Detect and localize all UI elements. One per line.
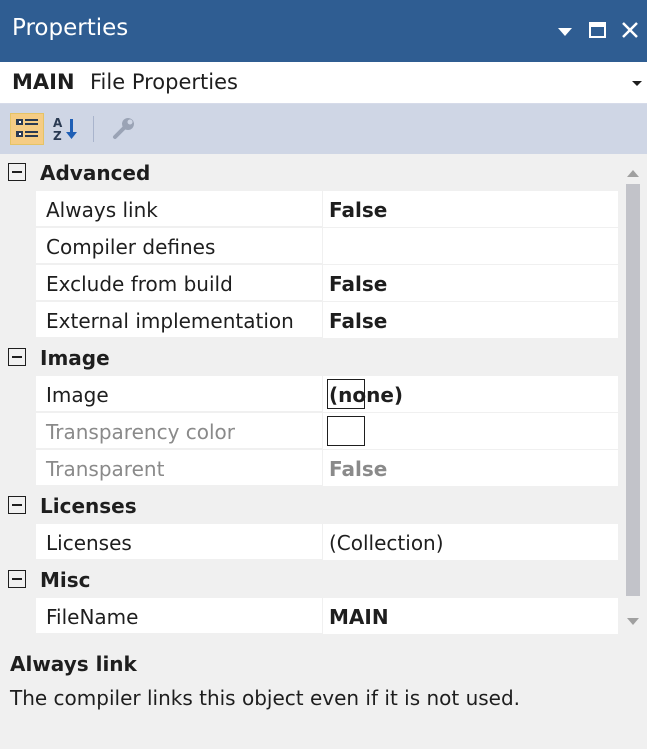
- property-value: False: [329, 198, 388, 222]
- property-row[interactable]: Exclude from build False: [0, 265, 618, 302]
- scroll-down-icon[interactable]: [625, 612, 641, 625]
- property-pages-wrench-icon: [113, 118, 134, 139]
- close-icon[interactable]: [617, 13, 643, 47]
- color-swatch: [327, 416, 365, 446]
- maximize-icon[interactable]: [585, 13, 611, 47]
- property-value-cell[interactable]: [323, 228, 618, 264]
- property-name-cell[interactable]: FileName: [36, 598, 322, 634]
- property-name: Image: [46, 383, 109, 407]
- property-value-cell[interactable]: (none): [323, 376, 618, 412]
- property-name: Licenses: [46, 531, 132, 555]
- toolbar-separator: [93, 116, 94, 142]
- collapse-icon[interactable]: [8, 348, 26, 366]
- scrollbar-thumb[interactable]: [626, 184, 640, 596]
- property-value-cell[interactable]: MAIN: [323, 598, 618, 634]
- categorized-icon: [16, 119, 38, 137]
- vertical-scrollbar[interactable]: [618, 154, 647, 636]
- property-value: (Collection): [329, 531, 444, 555]
- alphabetical-button[interactable]: A Z: [50, 113, 84, 145]
- property-row[interactable]: Image (none): [0, 376, 618, 413]
- property-row[interactable]: External implementation False: [0, 302, 618, 339]
- description-text: The compiler links this object even if i…: [10, 686, 521, 710]
- property-name-cell[interactable]: Licenses: [36, 524, 322, 560]
- property-name-cell[interactable]: Always link: [36, 191, 322, 227]
- property-value: False: [329, 457, 388, 481]
- title-bar: Properties: [0, 0, 647, 62]
- object-selector[interactable]: MAIN File Properties: [0, 62, 647, 104]
- property-name: Transparency color: [46, 420, 236, 444]
- category-misc[interactable]: Misc: [0, 561, 618, 598]
- property-row[interactable]: Always link False: [0, 191, 618, 228]
- description-pane: Always link The compiler links this obje…: [0, 636, 647, 749]
- category-licenses[interactable]: Licenses: [0, 487, 618, 524]
- collapse-icon[interactable]: [8, 570, 26, 588]
- property-row[interactable]: Transparency color: [0, 413, 618, 450]
- property-value-cell[interactable]: (Collection): [323, 524, 618, 560]
- property-row[interactable]: Transparent False: [0, 450, 618, 487]
- property-value-cell[interactable]: False: [323, 450, 618, 486]
- scroll-up-icon[interactable]: [625, 164, 641, 177]
- property-row[interactable]: FileName MAIN: [0, 598, 618, 635]
- alphabetical-sort-icon: A Z: [53, 116, 77, 143]
- property-name-cell[interactable]: Compiler defines: [36, 228, 322, 264]
- property-value-cell[interactable]: False: [323, 265, 618, 301]
- property-row[interactable]: Compiler defines: [0, 228, 618, 265]
- property-row[interactable]: Licenses (Collection): [0, 524, 618, 561]
- object-name: MAIN: [12, 70, 75, 94]
- category-image[interactable]: Image: [0, 339, 618, 376]
- property-name-cell[interactable]: Image: [36, 376, 322, 412]
- category-label: Licenses: [40, 494, 137, 518]
- category-label: Image: [40, 346, 110, 370]
- property-value: False: [329, 272, 388, 296]
- properties-window: Properties MAIN File Properties A Z Adva…: [0, 0, 647, 749]
- svg-text:A: A: [53, 116, 63, 130]
- property-name: FileName: [46, 605, 139, 629]
- dropdown-triangle-icon[interactable]: [552, 13, 578, 47]
- chevron-down-icon[interactable]: [630, 74, 644, 92]
- property-name: Transparent: [46, 457, 165, 481]
- property-name-cell[interactable]: Transparent: [36, 450, 322, 486]
- property-name-cell[interactable]: Exclude from build: [36, 265, 322, 301]
- property-grid: Advanced Always link False Compiler defi…: [0, 154, 647, 636]
- property-name: External implementation: [46, 309, 294, 333]
- property-value-cell[interactable]: False: [323, 191, 618, 227]
- property-value: False: [329, 309, 388, 333]
- property-name: Always link: [46, 198, 158, 222]
- properties-toolbar: A Z: [0, 104, 647, 154]
- object-type: File Properties: [90, 70, 238, 94]
- property-value-cell[interactable]: False: [323, 302, 618, 338]
- property-value: (none): [329, 383, 404, 407]
- property-rows: Advanced Always link False Compiler defi…: [0, 154, 618, 635]
- categorized-button[interactable]: [10, 113, 44, 145]
- svg-text:Z: Z: [53, 129, 62, 143]
- description-title: Always link: [10, 652, 137, 676]
- collapse-icon[interactable]: [8, 163, 26, 181]
- category-label: Advanced: [40, 161, 151, 185]
- property-value: MAIN: [329, 605, 389, 629]
- property-name: Exclude from build: [46, 272, 233, 296]
- property-value-cell[interactable]: [323, 413, 618, 449]
- property-name: Compiler defines: [46, 235, 216, 259]
- category-label: Misc: [40, 568, 91, 592]
- panel-title: Properties: [12, 15, 129, 41]
- property-name-cell[interactable]: Transparency color: [36, 413, 322, 449]
- property-name-cell[interactable]: External implementation: [36, 302, 322, 338]
- collapse-icon[interactable]: [8, 496, 26, 514]
- category-advanced[interactable]: Advanced: [0, 154, 618, 191]
- property-pages-button[interactable]: [106, 113, 140, 145]
